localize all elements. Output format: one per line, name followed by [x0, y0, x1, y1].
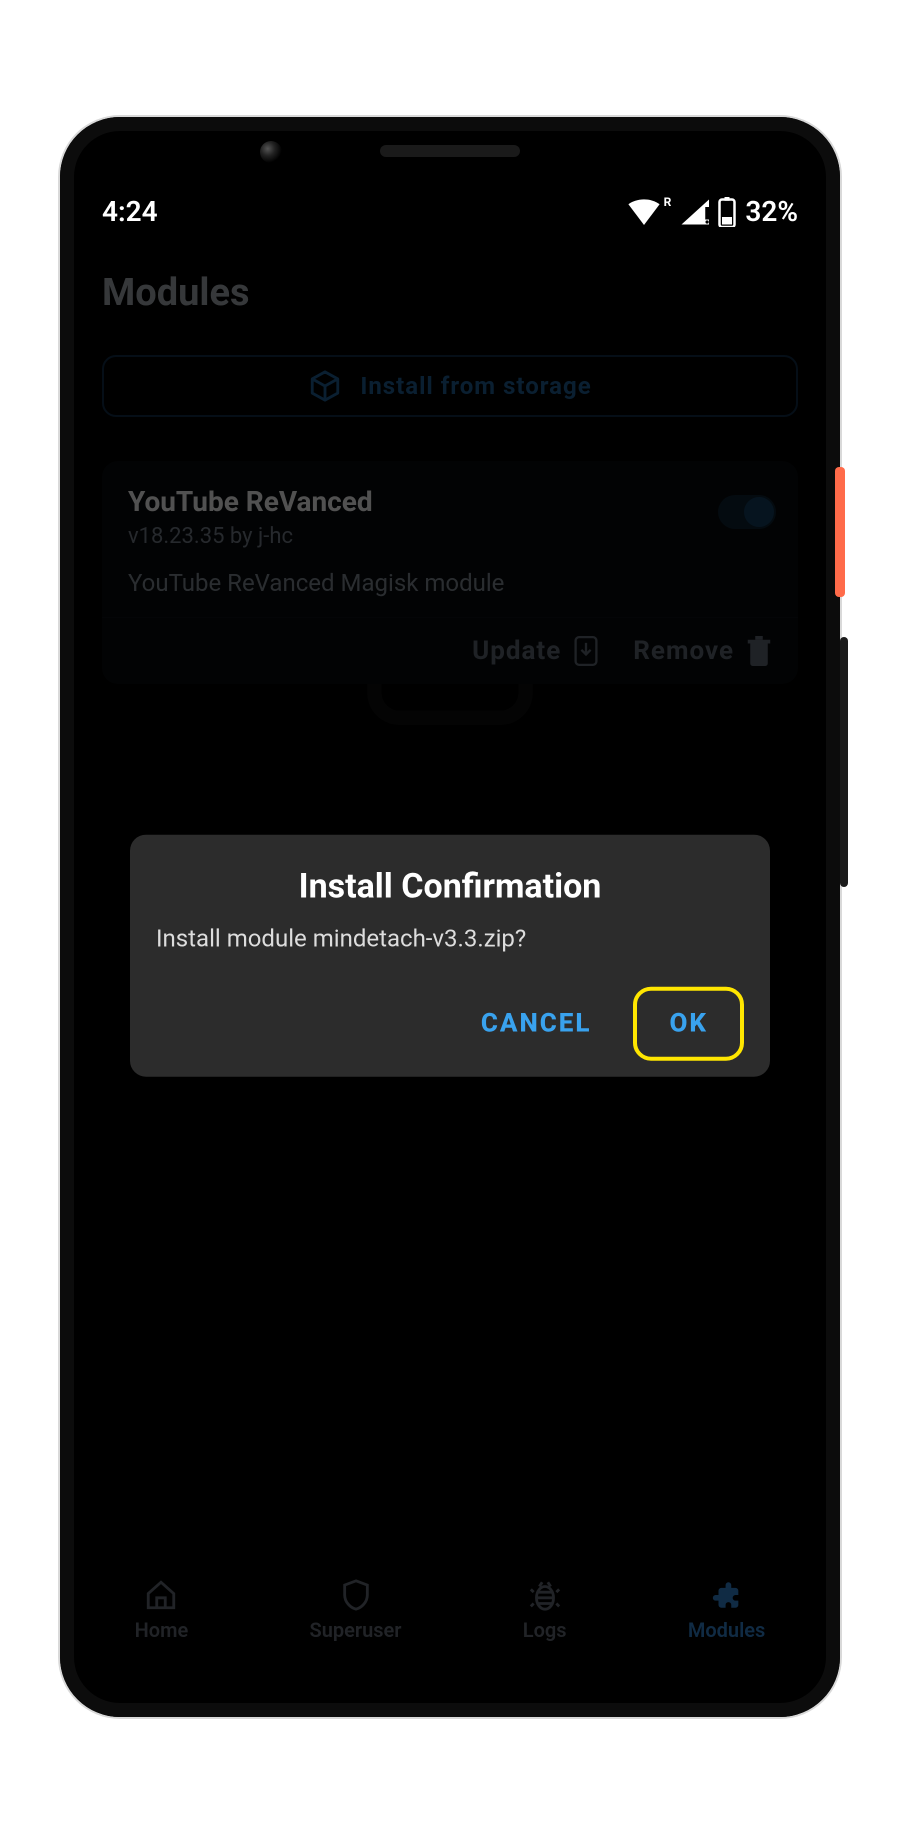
roaming-indicator: R [664, 196, 672, 208]
device-volume-button [840, 637, 848, 887]
install-confirmation-dialog: Install Confirmation Install module mind… [130, 835, 770, 1077]
wifi-icon [628, 199, 660, 225]
device-frame: 4:24 R 32% Modules Install from storage … [60, 117, 840, 1717]
cancel-button[interactable]: CANCEL [457, 993, 616, 1055]
front-camera [260, 141, 282, 163]
ok-button[interactable]: OK [645, 993, 732, 1055]
status-bar: 4:24 R 32% [74, 177, 826, 247]
earpiece-speaker [380, 145, 520, 157]
signal-icon [679, 199, 709, 225]
device-power-button [835, 467, 845, 597]
status-icons: R 32% [628, 195, 798, 228]
dialog-message: Install module mindetach-v3.3.zip? [156, 925, 744, 953]
screen: 4:24 R 32% Modules Install from storage … [74, 177, 826, 1687]
dialog-title: Install Confirmation [156, 867, 744, 907]
ok-button-highlight: OK [633, 987, 744, 1061]
clock: 4:24 [102, 195, 158, 228]
battery-percent: 32% [745, 195, 798, 228]
battery-icon [717, 197, 737, 227]
